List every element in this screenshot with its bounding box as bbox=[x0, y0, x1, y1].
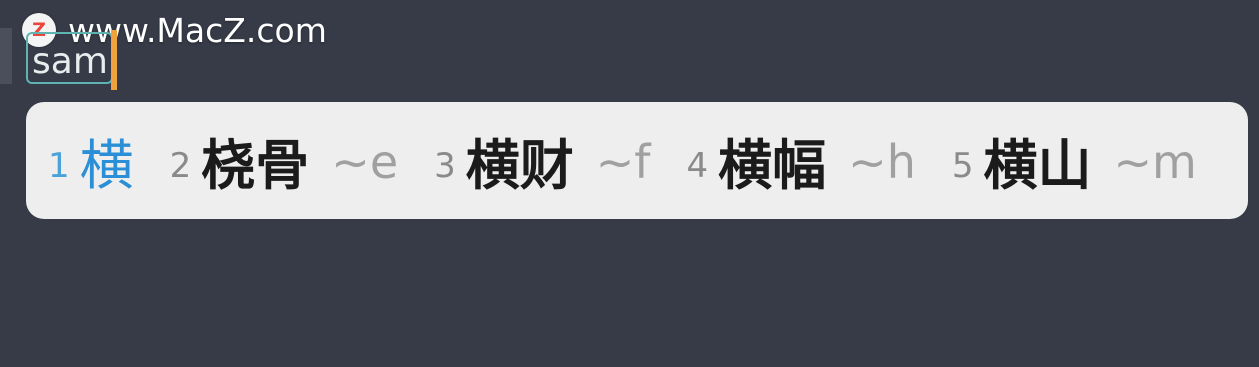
candidate-hint: ~f bbox=[595, 134, 651, 189]
candidate-index: 1 bbox=[48, 145, 70, 186]
text-caret bbox=[110, 30, 117, 90]
candidate-1[interactable]: 1 横 bbox=[48, 121, 134, 200]
candidate-5[interactable]: 5 横山 ~m bbox=[952, 121, 1197, 200]
composing-text: sam bbox=[32, 41, 108, 82]
candidate-word: 横财 bbox=[465, 134, 574, 197]
candidate-index: 5 bbox=[951, 145, 974, 186]
candidate-hint: ~e bbox=[331, 134, 399, 189]
candidate-4[interactable]: 4 横幅 ~h bbox=[687, 121, 916, 200]
candidate-3[interactable]: 3 横财 ~f bbox=[434, 121, 650, 200]
candidate-index: 4 bbox=[686, 145, 709, 186]
candidate-word: 横山 bbox=[983, 134, 1092, 197]
candidate-word: 桡骨 bbox=[201, 134, 310, 197]
candidate-index: 3 bbox=[434, 145, 456, 186]
candidate-hint: ~m bbox=[1113, 134, 1197, 189]
candidate-panel: 1 横 2 桡骨 ~e 3 横财 ~f 4 横幅 ~h 5 横山 ~m bbox=[26, 102, 1248, 219]
candidate-word: 横 bbox=[79, 134, 134, 197]
candidate-hint: ~h bbox=[848, 134, 916, 189]
window-edge bbox=[0, 28, 12, 84]
candidate-index: 2 bbox=[169, 145, 192, 186]
input-area[interactable]: sam bbox=[26, 30, 117, 90]
candidate-word: 横幅 bbox=[718, 134, 827, 197]
candidate-2[interactable]: 2 桡骨 ~e bbox=[170, 121, 398, 200]
composing-text-box[interactable]: sam bbox=[26, 32, 113, 84]
